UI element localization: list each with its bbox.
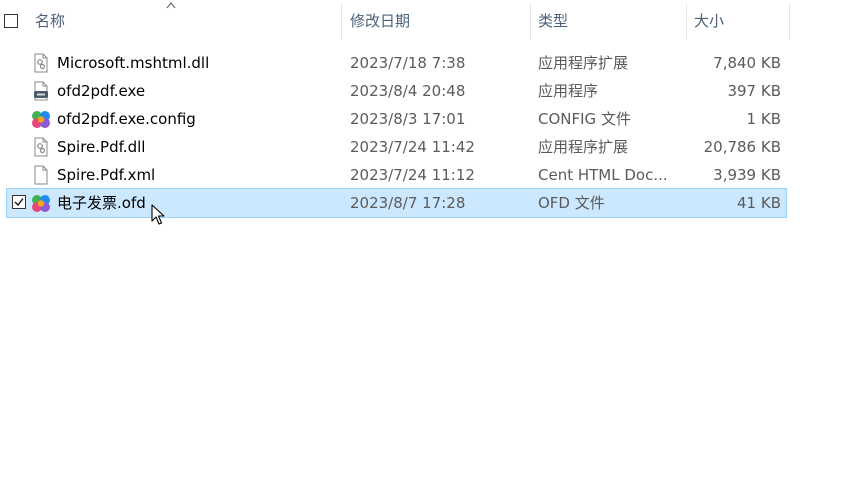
file-size: 3,939 KB	[713, 166, 781, 184]
checkmark-icon	[14, 198, 24, 207]
file-name: ofd2pdf.exe	[57, 82, 146, 100]
file-date: 2023/8/4 20:48	[350, 82, 466, 100]
mouse-cursor-icon	[151, 204, 165, 225]
file-size: 7,840 KB	[713, 54, 781, 72]
file-size: 20,786 KB	[703, 138, 781, 156]
file-size: 41 KB	[737, 194, 781, 212]
file-name: Spire.Pdf.xml	[57, 166, 156, 184]
file-date: 2023/7/24 11:42	[350, 138, 475, 156]
column-header-size[interactable]: 大小	[694, 0, 724, 40]
file-type: OFD 文件	[538, 194, 605, 212]
file-row[interactable]: Spire.Pdf.xml 2023/7/24 11:12 Cent HTML …	[7, 161, 786, 189]
blank-file-icon	[34, 165, 48, 185]
column-header-date[interactable]: 修改日期	[350, 0, 410, 40]
sort-ascending-icon[interactable]	[166, 1, 176, 9]
file-name: Spire.Pdf.dll	[57, 138, 146, 156]
column-divider[interactable]	[789, 4, 790, 40]
column-divider[interactable]	[686, 4, 687, 40]
exe-icon	[34, 81, 48, 101]
row-checkbox-checked[interactable]	[12, 195, 26, 209]
file-date: 2023/7/24 11:12	[350, 166, 475, 184]
file-size: 1 KB	[746, 110, 781, 128]
file-name: ofd2pdf.exe.config	[57, 110, 196, 128]
column-header-name[interactable]: 名称	[35, 0, 65, 40]
file-name: Microsoft.mshtml.dll	[57, 54, 210, 72]
dll-icon	[34, 137, 48, 157]
column-header-bar: 名称 修改日期 类型 大小	[0, 0, 790, 40]
file-size: 397 KB	[727, 82, 781, 100]
ofd-app-icon	[32, 111, 50, 128]
file-type: 应用程序扩展	[538, 138, 629, 156]
select-all-checkbox[interactable]	[4, 14, 18, 28]
file-date: 2023/8/3 17:01	[350, 110, 466, 128]
file-row[interactable]: ofd2pdf.exe 2023/8/4 20:48 应用程序 397 KB	[7, 77, 786, 105]
column-header-type[interactable]: 类型	[538, 0, 568, 40]
file-type: CONFIG 文件	[538, 110, 631, 128]
file-row[interactable]: Spire.Pdf.dll 2023/7/24 11:42 应用程序扩展 20,…	[7, 133, 786, 161]
file-row-selected[interactable]: 电子发票.ofd 2023/8/7 17:28 OFD 文件 41 KB	[6, 188, 787, 218]
file-date: 2023/8/7 17:28	[350, 194, 466, 212]
file-row[interactable]: ofd2pdf.exe.config 2023/8/3 17:01 CONFIG…	[7, 105, 786, 133]
file-date: 2023/7/18 7:38	[350, 54, 466, 72]
ofd-app-icon	[32, 195, 50, 212]
file-type: 应用程序	[538, 82, 599, 100]
column-divider[interactable]	[530, 4, 531, 40]
file-row[interactable]: Microsoft.mshtml.dll 2023/7/18 7:38 应用程序…	[7, 49, 786, 77]
file-type: 应用程序扩展	[538, 54, 629, 72]
dll-icon	[34, 53, 48, 73]
file-name: 电子发票.ofd	[57, 194, 146, 212]
file-type: Cent HTML Doc...	[538, 166, 668, 184]
column-divider[interactable]	[341, 4, 342, 40]
